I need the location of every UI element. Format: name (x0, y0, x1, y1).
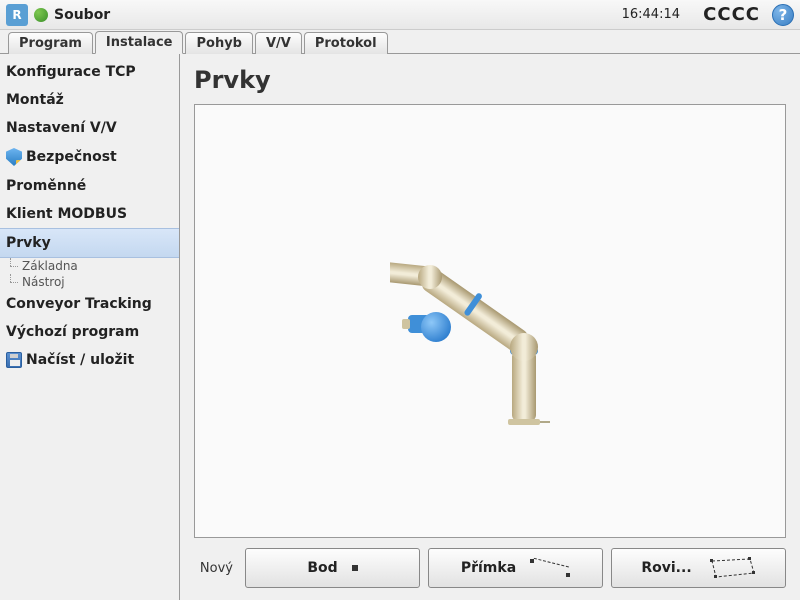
button-label: Bod (307, 560, 337, 576)
robot-viewport[interactable] (194, 104, 786, 538)
sidebar-item-nacist-ulozit[interactable]: Načíst / uložit (0, 346, 179, 374)
disk-icon (6, 352, 22, 368)
tab-pohyb[interactable]: Pohyb (185, 32, 253, 54)
clock: 16:44:14 (622, 7, 680, 22)
sidebar-item-bezpecnost[interactable]: Bezpečnost (0, 142, 179, 172)
status-text: CCCC (703, 4, 760, 25)
sidebar-item-tcp[interactable]: Konfigurace TCP (0, 58, 179, 86)
sidebar-item-promenne[interactable]: Proměnné (0, 172, 179, 200)
globe-icon (34, 8, 48, 22)
main-area: Konfigurace TCP Montáž Nastavení V/V Bez… (0, 54, 800, 600)
new-label: Nový (200, 561, 233, 576)
new-point-button[interactable]: Bod (245, 548, 420, 588)
tab-vv[interactable]: V/V (255, 32, 302, 54)
sidebar-item-montaz[interactable]: Montáž (0, 86, 179, 114)
tab-program[interactable]: Program (8, 32, 93, 54)
app-logo: R (6, 4, 28, 26)
shield-icon (6, 148, 22, 166)
point-icon (352, 565, 358, 571)
robot-arm-icon (390, 201, 590, 441)
sidebar-sub-zakladna[interactable]: Základna (0, 258, 179, 274)
sidebar-item-label: Bezpečnost (26, 149, 117, 165)
sidebar: Konfigurace TCP Montáž Nastavení V/V Bez… (0, 54, 180, 600)
button-label: Přímka (461, 560, 516, 576)
sidebar-item-conveyor[interactable]: Conveyor Tracking (0, 290, 179, 318)
button-label: Rovi... (641, 560, 691, 576)
sidebar-item-prvky[interactable]: Prvky (0, 228, 179, 258)
tab-instalace[interactable]: Instalace (95, 31, 184, 54)
page-title: Prvky (194, 66, 786, 94)
feature-button-row: Nový Bod Přímka Rovi... (194, 548, 786, 588)
help-button[interactable]: ? (772, 4, 794, 26)
app-header: R Soubor 16:44:14 CCCC ? (0, 0, 800, 30)
new-plane-button[interactable]: Rovi... (611, 548, 786, 588)
content-panel: Prvky (180, 54, 800, 600)
file-menu[interactable]: Soubor (54, 7, 110, 23)
sidebar-item-modbus[interactable]: Klient MODBUS (0, 200, 179, 228)
sidebar-item-nastaveni-vv[interactable]: Nastavení V/V (0, 114, 179, 142)
line-icon (530, 560, 570, 576)
sidebar-item-vychozi[interactable]: Výchozí program (0, 318, 179, 346)
new-line-button[interactable]: Přímka (428, 548, 603, 588)
plane-icon (706, 557, 756, 579)
main-tabstrip: Program Instalace Pohyb V/V Protokol (0, 30, 800, 54)
sidebar-sub-nastroj[interactable]: Nástroj (0, 274, 179, 290)
tab-protokol[interactable]: Protokol (304, 32, 388, 54)
sidebar-item-label: Načíst / uložit (26, 352, 134, 368)
